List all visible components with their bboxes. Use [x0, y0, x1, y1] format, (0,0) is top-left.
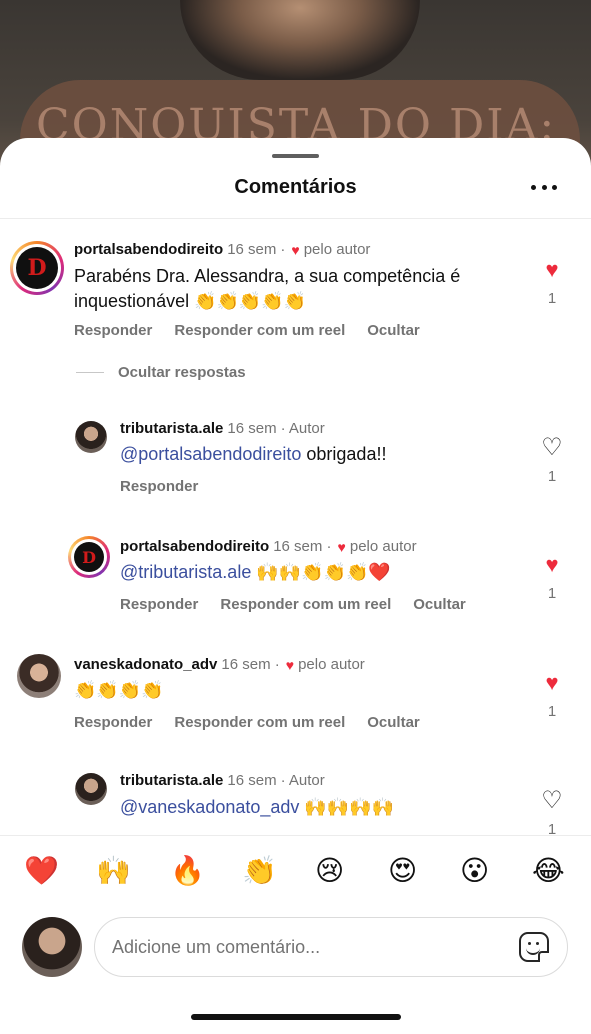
comment-actions: Responder Responder com um reel Ocultar [74, 322, 420, 339]
comment-username[interactable]: tributarista.ale [120, 420, 223, 437]
like-control: ♥ 1 [538, 553, 566, 603]
replies-line [76, 372, 104, 373]
mention-link[interactable]: @portalsabendodireito [120, 444, 301, 464]
reply-button[interactable]: Responder [74, 322, 152, 339]
comment-meta: vaneskadonato_adv 16 sem · ♥ pelo autor [74, 656, 365, 673]
like-control: ♥ 1 [538, 258, 566, 308]
comment-text-line1: Parabéns Dra. Alessandra, a sua competên… [74, 266, 461, 286]
author-like-heart-icon: ♥ [291, 241, 300, 258]
comment-actions: Responder [120, 478, 198, 495]
emoji-heart-eyes[interactable]: 😍 [388, 854, 417, 887]
comment-composer: Adicione um comentário... [0, 905, 591, 995]
liked-by-author-label: pelo autor [298, 656, 365, 673]
mention-link[interactable]: @tributarista.ale [120, 562, 251, 582]
comment-text: @tributarista.ale 🙌🙌👏👏👏❤️ [120, 562, 391, 582]
emoji-surprised[interactable]: 😮 [460, 854, 489, 887]
comment-username[interactable]: portalsabendodireito [120, 538, 269, 555]
comment-meta: portalsabendodireito 16 sem · ♥ pelo aut… [74, 241, 371, 258]
emoji-crying[interactable]: 😢 [315, 854, 344, 887]
reply-button[interactable]: Responder [74, 714, 152, 731]
emoji-clap[interactable]: 👏 [242, 854, 277, 887]
comment-time: 16 sem [227, 241, 277, 258]
sheet-title: Comentários [234, 176, 357, 198]
comment-meta: tributarista.ale 16 sem · Autor [120, 772, 325, 789]
comment-meta: tributarista.ale 16 sem · Autor [120, 420, 325, 437]
comment-text: @vaneskadonato_adv 🙌🙌🙌🙌 [120, 797, 395, 817]
hide-replies-label: Ocultar respostas [118, 364, 246, 381]
avatar[interactable] [75, 773, 107, 805]
comment-text-line2: inquestionável 👏👏👏👏👏 [74, 291, 307, 311]
author-like-heart-icon: ♥ [337, 538, 346, 555]
home-indicator [191, 1014, 401, 1020]
author-like-heart-icon: ♥ [285, 656, 295, 673]
avatar[interactable]: D [68, 536, 110, 578]
heart-icon[interactable]: ♥ [538, 553, 566, 577]
liked-by-author-label: pelo autor [349, 538, 417, 555]
reply-with-reel-button[interactable]: Responder com um reel [220, 596, 391, 613]
comment-time: 16 sem · [273, 538, 332, 555]
hide-button[interactable]: Ocultar [367, 322, 420, 339]
comment-time: 16 sem [227, 772, 277, 789]
like-count: 1 [547, 468, 557, 485]
reply-button[interactable]: Responder [120, 478, 198, 495]
like-count: 1 [547, 703, 557, 720]
emoji-heart[interactable]: ❤️ [24, 854, 59, 887]
comment-text: 👏👏👏👏 [74, 680, 164, 700]
emoji-raised-hands[interactable]: 🙌 [96, 854, 131, 887]
header-divider [0, 218, 591, 219]
comment-meta: portalsabendodireito 16 sem · ♥ pelo aut… [120, 538, 417, 555]
hide-button[interactable]: Ocultar [367, 714, 420, 731]
comment-input[interactable]: Adicione um comentário... [94, 917, 568, 977]
comment-text: @portalsabendodireito obrigada!! [120, 444, 387, 464]
comment-time: 16 sem · [221, 656, 280, 673]
reply-button[interactable]: Responder [120, 596, 198, 613]
like-control: ♡ 1 [538, 789, 566, 839]
reply-with-reel-button[interactable]: Responder com um reel [174, 322, 345, 339]
like-count: 1 [547, 585, 557, 602]
heart-icon[interactable]: ♥ [538, 258, 566, 282]
author-tag: · Autor [280, 420, 325, 437]
hide-button[interactable]: Ocultar [413, 596, 466, 613]
like-control: ♥ 1 [538, 671, 566, 721]
comment-input-placeholder: Adicione um comentário... [112, 936, 321, 957]
avatar[interactable] [75, 421, 107, 453]
sticker-icon[interactable] [519, 932, 549, 962]
emoji-quick-bar: ❤️ 🙌 🔥 👏 😢 😍 😮 😂 [0, 835, 591, 905]
comments-sheet: Comentários D portalsabendodireito 16 se… [0, 138, 591, 1034]
author-tag: · Autor [280, 772, 325, 789]
emoji-laughing[interactable]: 😂 [532, 854, 565, 887]
liked-by-author-label: pelo autor [303, 241, 371, 258]
heart-icon[interactable]: ♡ [538, 789, 566, 813]
more-options-icon[interactable] [531, 182, 557, 192]
hide-replies-button[interactable]: Ocultar respostas [76, 364, 246, 381]
sheet-grabber[interactable] [272, 154, 319, 158]
reply-with-reel-button[interactable]: Responder com um reel [174, 714, 345, 731]
comment-username[interactable]: tributarista.ale [120, 772, 223, 789]
heart-icon[interactable]: ♥ [538, 671, 566, 695]
mention-link[interactable]: @vaneskadonato_adv [120, 797, 299, 817]
avatar[interactable] [17, 654, 61, 698]
comment-username[interactable]: vaneskadonato_adv [74, 656, 217, 673]
post-photo [180, 0, 420, 80]
avatar[interactable]: D [10, 241, 64, 295]
comment-username[interactable]: portalsabendodireito [74, 241, 223, 258]
like-control: ♡ 1 [538, 436, 566, 486]
comment-time: 16 sem [227, 420, 277, 437]
comment-actions: Responder Responder com um reel Ocultar [120, 596, 466, 613]
comment-actions: Responder Responder com um reel Ocultar [74, 714, 420, 731]
my-avatar [22, 917, 82, 977]
like-count: 1 [547, 290, 557, 307]
emoji-fire[interactable]: 🔥 [170, 854, 205, 887]
heart-icon[interactable]: ♡ [538, 436, 566, 460]
